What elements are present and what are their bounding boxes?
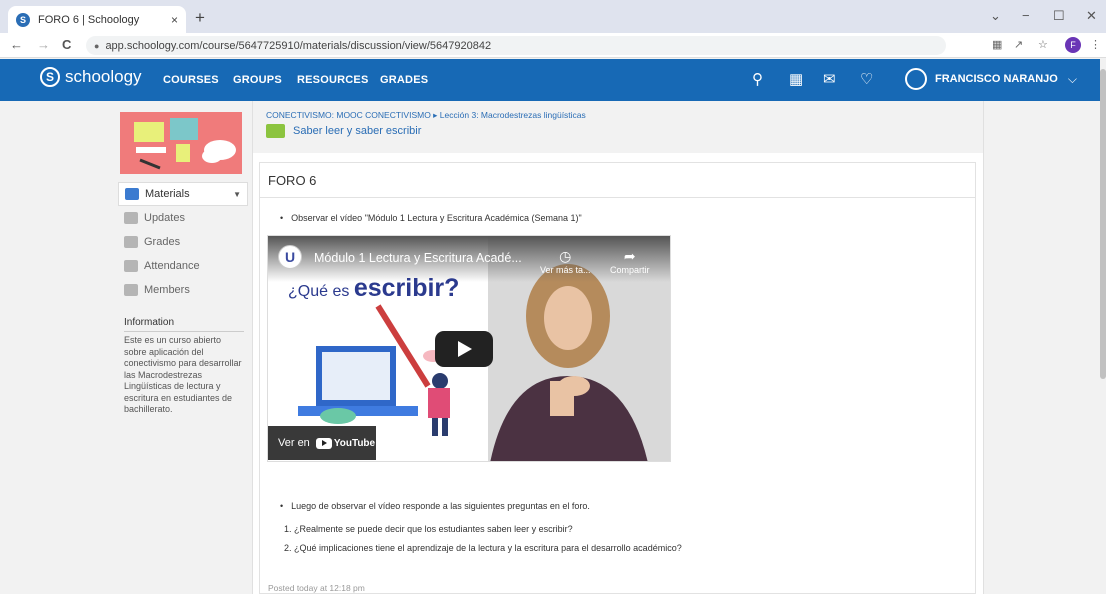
- instruction-bullet: Observar el vídeo "Módulo 1 Lectura y Es…: [280, 213, 582, 223]
- question-item: 2. ¿Qué implicaciones tiene el aprendiza…: [284, 543, 682, 553]
- post-timestamp: Posted today at 12:18 pm: [268, 583, 365, 593]
- play-button-icon[interactable]: [435, 331, 493, 367]
- grades-icon: [124, 236, 138, 248]
- youtube-play-icon: [315, 437, 332, 449]
- scrollbar-thumb[interactable]: [1100, 69, 1106, 379]
- sidebar-item-updates[interactable]: Updates: [118, 206, 248, 230]
- forward-button[interactable]: →: [37, 37, 50, 52]
- notifications-bell-icon[interactable]: ♡: [860, 70, 873, 88]
- watch-on-label: Ver en: [278, 437, 310, 449]
- back-button[interactable]: ←: [10, 37, 23, 52]
- discussion-post: FORO 6 Observar el vídeo "Módulo 1 Lectu…: [259, 162, 976, 594]
- minimize-button[interactable]: −: [1022, 8, 1030, 23]
- schoology-logo-text: schoology: [65, 67, 142, 86]
- schoology-logo[interactable]: S schoology: [40, 67, 142, 87]
- sidebar-item-grades[interactable]: Grades: [118, 230, 248, 254]
- sidebar-item-label: Attendance: [144, 260, 200, 272]
- nav-courses[interactable]: COURSES: [163, 74, 219, 86]
- watch-later-label: Ver más ta...: [540, 265, 591, 275]
- members-icon: [124, 284, 138, 296]
- post-header: FORO 6: [260, 163, 975, 198]
- sidebar-item-label: Grades: [144, 236, 181, 248]
- url-field[interactable]: ● app.schoology.com/course/5647725910/ma…: [86, 36, 946, 55]
- sidebar-item-label: Members: [144, 284, 190, 296]
- browser-tabbar: S FORO 6 | Schoology × + ⌄ − ☐ ✕: [0, 0, 1106, 33]
- breadcrumb[interactable]: CONECTIVISMO: MOOC CONECTIVISMO ▸ Lecció…: [266, 110, 586, 121]
- video-headline-small: ¿Qué es: [288, 283, 350, 300]
- share-button[interactable]: ➦ Compartir: [610, 248, 650, 275]
- sidebar-item-attendance[interactable]: Attendance: [118, 254, 248, 278]
- sidebar-item-materials[interactable]: Materials ▼: [118, 182, 248, 206]
- watch-later-button[interactable]: ◷ Ver más ta...: [540, 248, 591, 275]
- profile-avatar[interactable]: F: [1065, 37, 1081, 53]
- user-name: FRANCISCO NARANJO: [935, 73, 1058, 85]
- youtube-wordmark: YouTube: [333, 437, 376, 449]
- tab-search-icon[interactable]: ⌄: [990, 8, 1001, 24]
- chevron-down-icon: ⌵: [1067, 71, 1077, 86]
- share-label: Compartir: [610, 265, 650, 275]
- embedded-video[interactable]: U Módulo 1 Lectura y Escritura Acadé... …: [267, 235, 671, 462]
- close-tab-icon[interactable]: ×: [171, 13, 178, 27]
- schoology-favicon-icon: S: [16, 12, 30, 27]
- folder-link[interactable]: Saber leer y saber escribir: [293, 125, 421, 137]
- user-menu[interactable]: FRANCISCO NARANJO ⌵: [905, 68, 1077, 90]
- tab-title: FORO 6 | Schoology: [38, 13, 140, 26]
- bookmark-star-icon[interactable]: ☆: [1038, 38, 1048, 51]
- messages-icon[interactable]: ✉: [823, 70, 836, 88]
- maximize-button[interactable]: ☐: [1053, 8, 1065, 24]
- close-window-button[interactable]: ✕: [1086, 8, 1097, 24]
- translate-icon[interactable]: ▦: [992, 38, 1002, 51]
- youtube-logo: YouTube: [315, 437, 376, 449]
- calendar-icon[interactable]: ▦: [789, 70, 803, 88]
- schoology-header: S schoology COURSES GROUPS RESOURCES GRA…: [0, 59, 1100, 101]
- sidebar-item-label: Materials: [145, 188, 190, 200]
- video-headline: ¿Qué es escribir?: [288, 274, 459, 303]
- nav-groups[interactable]: GROUPS: [233, 74, 282, 86]
- browser-tab[interactable]: S FORO 6 | Schoology ×: [8, 6, 186, 33]
- materials-icon: [125, 188, 139, 200]
- course-image: [120, 112, 242, 174]
- folder-icon: [266, 124, 285, 138]
- address-toolbar: ← → C ● app.schoology.com/course/5647725…: [0, 33, 1106, 58]
- updates-icon: [124, 212, 138, 224]
- schoology-logo-mark: S: [40, 67, 60, 87]
- share-icon[interactable]: ↗: [1014, 38, 1023, 51]
- search-icon[interactable]: ⚲: [752, 70, 763, 88]
- instruction-bullet: Luego de observar el vídeo responde a la…: [280, 501, 590, 511]
- information-text: Este es un curso abierto sobre aplicació…: [124, 335, 242, 414]
- lock-icon: ●: [94, 40, 100, 51]
- page-scrollbar[interactable]: [1100, 59, 1106, 594]
- user-avatar: [905, 68, 927, 90]
- attendance-icon: [124, 260, 138, 272]
- video-headline-big: escribir?: [353, 274, 460, 302]
- course-sidebar: Materials ▼ Updates Grades Attendance Me…: [118, 110, 248, 594]
- nav-resources[interactable]: RESOURCES: [297, 74, 368, 86]
- channel-avatar[interactable]: U: [278, 245, 302, 269]
- main-content: CONECTIVISMO: MOOC CONECTIVISMO ▸ Lecció…: [252, 101, 984, 594]
- information-heading: Information: [124, 317, 244, 332]
- watch-on-youtube-button[interactable]: Ver en YouTube: [268, 426, 376, 460]
- sidebar-item-members[interactable]: Members: [118, 278, 248, 302]
- new-tab-button[interactable]: +: [195, 8, 205, 28]
- nav-grades[interactable]: GRADES: [380, 74, 428, 86]
- breadcrumb-bar: CONECTIVISMO: MOOC CONECTIVISMO ▸ Lecció…: [253, 101, 983, 153]
- share-arrow-icon: ➦: [623, 248, 636, 264]
- caret-down-icon: ▼: [233, 189, 241, 199]
- sidebar-item-label: Updates: [144, 212, 185, 224]
- question-item: 1. ¿Realmente se puede decir que los est…: [284, 524, 573, 534]
- video-title[interactable]: Módulo 1 Lectura y Escritura Acadé...: [314, 251, 522, 265]
- page-title: FORO 6: [268, 173, 317, 188]
- url-text: app.schoology.com/course/5647725910/mate…: [105, 39, 492, 52]
- reload-button[interactable]: C: [62, 37, 71, 52]
- browser-menu-icon[interactable]: ⋮: [1090, 38, 1101, 51]
- clock-icon: ◷: [559, 248, 572, 264]
